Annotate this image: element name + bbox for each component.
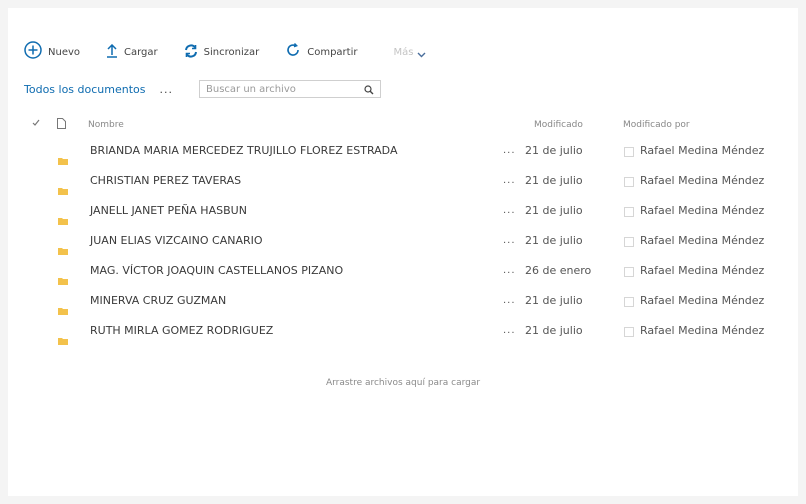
library-header: Todos los documentos ... bbox=[24, 78, 381, 100]
list-item[interactable]: RUTH MIRLA GOMEZ RODRIGUEZ ... 21 de jul… bbox=[30, 320, 800, 350]
modified-by[interactable]: Rafael Medina Méndez bbox=[640, 234, 764, 247]
search-input[interactable] bbox=[206, 83, 346, 95]
share-label: Compartir bbox=[307, 46, 358, 58]
new-label: Nuevo bbox=[48, 46, 81, 58]
item-menu-button[interactable]: ... bbox=[503, 175, 516, 186]
folder-icon bbox=[58, 330, 68, 349]
modified-by[interactable]: Rafael Medina Méndez bbox=[640, 264, 764, 277]
modified-date: 21 de julio bbox=[525, 174, 583, 187]
presence-icon bbox=[624, 267, 634, 277]
list-item[interactable]: CHRISTIAN PEREZ TAVERAS ... 21 de julio … bbox=[30, 170, 800, 200]
sync-label: Sincronizar bbox=[203, 46, 260, 58]
view-selector-all-documents[interactable]: Todos los documentos bbox=[24, 83, 146, 96]
item-menu-button[interactable]: ... bbox=[503, 205, 516, 216]
list-item[interactable]: MAG. VÍCTOR JOAQUIN CASTELLANOS PIZANO .… bbox=[30, 260, 800, 290]
folder-name-link[interactable]: JANELL JANET PEÑA HASBUN bbox=[90, 204, 247, 217]
share-button[interactable]: Compartir bbox=[285, 42, 357, 62]
drop-zone-hint: Arrastre archivos aquí para cargar bbox=[325, 378, 481, 388]
folder-name-link[interactable]: RUTH MIRLA GOMEZ RODRIGUEZ bbox=[90, 324, 273, 337]
column-header-modified[interactable]: Modificado bbox=[534, 120, 583, 130]
search-box[interactable] bbox=[199, 80, 381, 98]
item-menu-button[interactable]: ... bbox=[503, 325, 516, 336]
folder-name-link[interactable]: BRIANDA MARIA MERCEDEZ TRUJILLO FLOREZ E… bbox=[90, 144, 397, 157]
modified-date: 21 de julio bbox=[525, 324, 583, 337]
modified-by[interactable]: Rafael Medina Méndez bbox=[640, 204, 764, 217]
command-bar: Nuevo Cargar Sincronizar Compartir Más bbox=[24, 40, 452, 64]
document-list: BRIANDA MARIA MERCEDEZ TRUJILLO FLOREZ E… bbox=[30, 140, 800, 350]
modified-date: 26 de enero bbox=[525, 264, 592, 277]
upload-arrow-icon bbox=[106, 43, 118, 62]
new-button[interactable]: Nuevo bbox=[24, 41, 80, 63]
modified-by[interactable]: Rafael Medina Méndez bbox=[640, 174, 764, 187]
sync-icon bbox=[184, 43, 198, 62]
presence-icon bbox=[624, 147, 634, 157]
list-item[interactable]: JANELL JANET PEÑA HASBUN ... 21 de julio… bbox=[30, 200, 800, 230]
modified-date: 21 de julio bbox=[525, 204, 583, 217]
column-header-modified-by[interactable]: Modificado por bbox=[623, 120, 690, 130]
modified-by[interactable]: Rafael Medina Méndez bbox=[640, 294, 764, 307]
item-menu-button[interactable]: ... bbox=[503, 145, 516, 156]
list-item[interactable]: JUAN ELIAS VIZCAINO CANARIO ... 21 de ju… bbox=[30, 230, 800, 260]
folder-icon bbox=[58, 210, 68, 229]
upload-label: Cargar bbox=[124, 46, 158, 58]
select-all-check-icon[interactable] bbox=[32, 119, 40, 130]
modified-by[interactable]: Rafael Medina Méndez bbox=[640, 144, 764, 157]
modified-by[interactable]: Rafael Medina Méndez bbox=[640, 324, 764, 337]
search-icon[interactable] bbox=[364, 80, 374, 99]
folder-name-link[interactable]: CHRISTIAN PEREZ TAVERAS bbox=[90, 174, 241, 187]
sync-button[interactable]: Sincronizar bbox=[184, 43, 260, 62]
item-menu-button[interactable]: ... bbox=[503, 235, 516, 246]
plus-circle-icon bbox=[24, 41, 42, 63]
presence-icon bbox=[624, 327, 634, 337]
presence-icon bbox=[624, 207, 634, 217]
folder-icon bbox=[58, 180, 68, 199]
folder-name-link[interactable]: MAG. VÍCTOR JOAQUIN CASTELLANOS PIZANO bbox=[90, 264, 343, 277]
view-more-button[interactable]: ... bbox=[160, 83, 174, 96]
item-menu-button[interactable]: ... bbox=[503, 295, 516, 306]
list-header: Nombre Modificado Modificado por bbox=[30, 118, 800, 136]
presence-icon bbox=[624, 177, 634, 187]
modified-date: 21 de julio bbox=[525, 144, 583, 157]
modified-date: 21 de julio bbox=[525, 234, 583, 247]
column-header-name[interactable]: Nombre bbox=[88, 120, 124, 130]
folder-icon bbox=[58, 270, 68, 289]
list-item[interactable]: BRIANDA MARIA MERCEDEZ TRUJILLO FLOREZ E… bbox=[30, 140, 800, 170]
folder-icon bbox=[58, 240, 68, 259]
modified-date: 21 de julio bbox=[525, 294, 583, 307]
upload-button[interactable]: Cargar bbox=[106, 43, 158, 62]
folder-name-link[interactable]: MINERVA CRUZ GUZMAN bbox=[90, 294, 226, 307]
list-item[interactable]: MINERVA CRUZ GUZMAN ... 21 de julio Rafa… bbox=[30, 290, 800, 320]
presence-icon bbox=[624, 237, 634, 247]
share-icon bbox=[285, 42, 301, 62]
item-menu-button[interactable]: ... bbox=[503, 265, 516, 276]
more-label: Más bbox=[393, 46, 414, 58]
folder-name-link[interactable]: JUAN ELIAS VIZCAINO CANARIO bbox=[90, 234, 263, 247]
folder-icon bbox=[58, 300, 68, 319]
presence-icon bbox=[624, 297, 634, 307]
more-button[interactable]: Más bbox=[387, 43, 426, 62]
document-icon bbox=[57, 118, 66, 132]
chevron-down-icon bbox=[417, 43, 426, 62]
folder-icon bbox=[58, 150, 68, 169]
